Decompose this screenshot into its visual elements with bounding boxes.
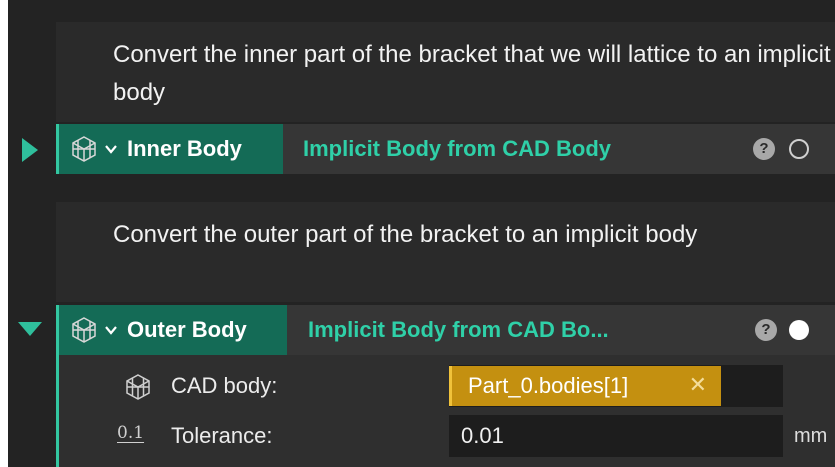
close-icon[interactable]: ✕: [689, 374, 707, 396]
tolerance-input[interactable]: [449, 415, 783, 457]
collapse-arrow-icon[interactable]: [18, 322, 42, 336]
cad-body-label: CAD body:: [171, 373, 278, 398]
comment-inner-body: Convert the inner part of the bracket th…: [56, 22, 835, 122]
block-title-chip[interactable]: Inner Body: [56, 124, 283, 174]
block-outer-body[interactable]: Outer Body Implicit Body from CAD Bo... …: [56, 305, 835, 355]
param-tolerance: 0.1 Tolerance: mm: [59, 411, 835, 461]
chevron-down-icon[interactable]: [103, 141, 119, 157]
status-indicator-icon[interactable]: [789, 320, 809, 340]
comment-outer-body: Convert the outer part of the bracket to…: [56, 202, 835, 302]
param-cad-body: CAD body: Part_0.bodies[1] ✕: [59, 361, 835, 411]
block-name[interactable]: Outer Body: [127, 317, 247, 343]
block-inner-body[interactable]: Inner Body Implicit Body from CAD Body ?: [56, 124, 835, 174]
help-icon[interactable]: ?: [755, 319, 777, 341]
help-icon[interactable]: ?: [753, 138, 775, 160]
lattice-block-icon: [72, 317, 96, 343]
block-parameters: CAD body: Part_0.bodies[1] ✕ 0.1 Toleran…: [56, 355, 835, 467]
tolerance-unit: mm: [794, 425, 828, 447]
expand-arrow-icon[interactable]: [22, 138, 38, 162]
decimal-number-icon: 0.1: [117, 423, 145, 443]
tolerance-label: Tolerance:: [171, 423, 273, 448]
status-indicator-icon[interactable]: [789, 139, 809, 159]
cad-body-chip[interactable]: Part_0.bodies[1] ✕: [449, 366, 721, 406]
cad-body-value: Part_0.bodies[1]: [468, 373, 629, 398]
chevron-down-icon[interactable]: [103, 322, 119, 338]
lattice-block-icon: [72, 136, 96, 162]
cube-icon: [126, 374, 150, 400]
block-type-label: Implicit Body from CAD Body: [303, 136, 612, 161]
notebook-panel: Convert the inner part of the bracket th…: [8, 0, 835, 467]
block-type-label: Implicit Body from CAD Bo...: [308, 317, 609, 342]
block-title-chip[interactable]: Outer Body: [56, 305, 287, 355]
block-name[interactable]: Inner Body: [127, 136, 242, 162]
